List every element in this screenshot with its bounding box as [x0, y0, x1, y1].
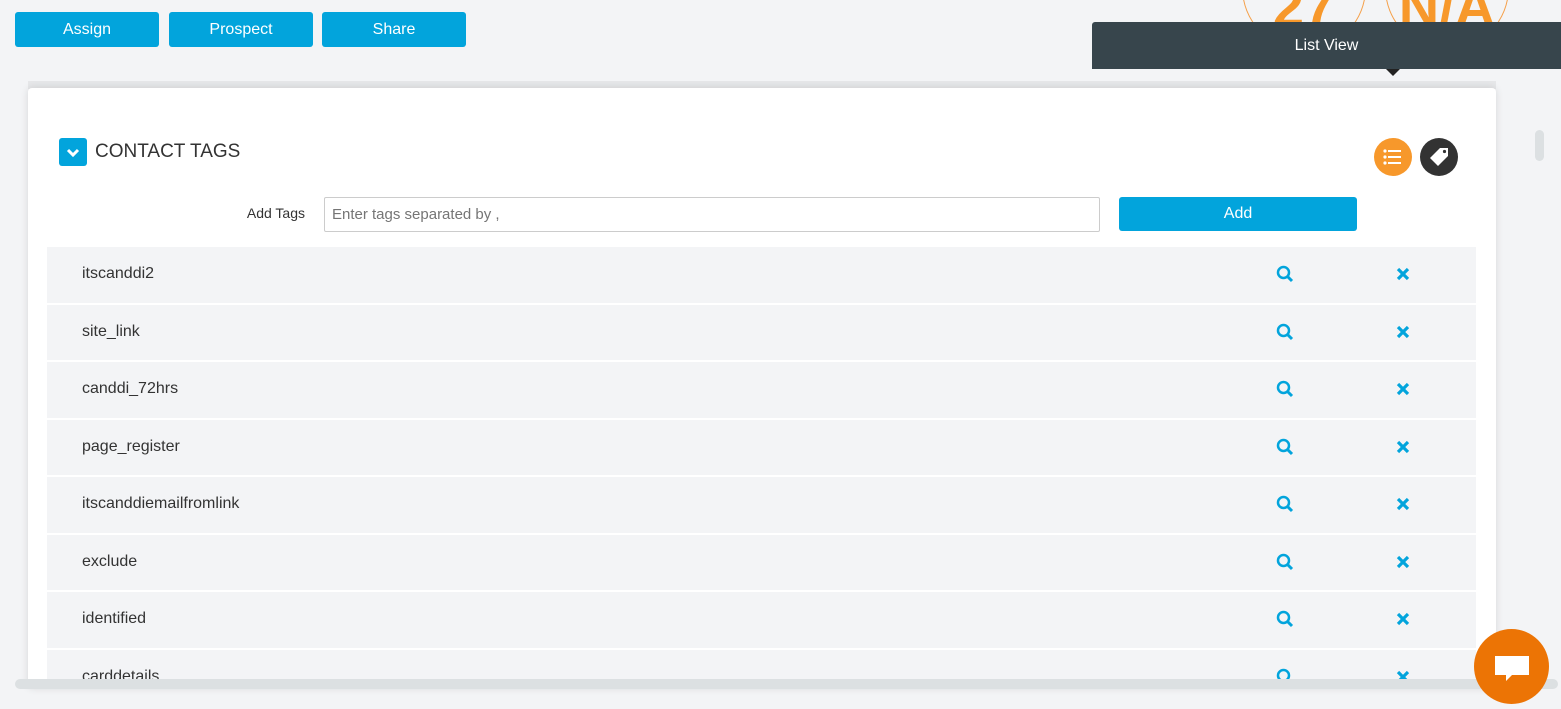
remove-icon[interactable]	[1395, 495, 1411, 513]
tag-row: identified	[47, 592, 1476, 648]
tag-name: itscanddi2	[82, 265, 155, 282]
tag-row: itscanddiemailfromlink	[47, 477, 1476, 533]
prospect-button[interactable]: Prospect	[169, 12, 313, 47]
chevron-down-icon	[66, 148, 80, 158]
list-icon	[1383, 149, 1401, 165]
section-title: CONTACT TAGS	[95, 141, 241, 162]
search-icon[interactable]	[1276, 438, 1294, 456]
add-button[interactable]: Add	[1119, 197, 1357, 231]
tag-list: itscanddi2 site_link canddi_72hrs page_r…	[47, 247, 1476, 688]
remove-icon[interactable]	[1395, 265, 1411, 283]
contact-tags-card: CONTACT TAGS Add Tags Add itscanddi2 sit…	[28, 88, 1496, 688]
chat-button[interactable]	[1474, 629, 1549, 704]
collapse-toggle[interactable]	[59, 138, 87, 166]
vertical-scrollbar[interactable]	[1535, 130, 1544, 161]
tag-name: canddi_72hrs	[82, 380, 179, 397]
tag-row: itscanddi2	[47, 247, 1476, 303]
tag-row: page_register	[47, 419, 1476, 475]
tag-name: exclude	[82, 552, 138, 570]
list-view-tooltip: List View	[1092, 22, 1561, 76]
tag-name: page_register	[82, 437, 180, 455]
search-icon[interactable]	[1276, 380, 1294, 398]
share-button[interactable]: Share	[322, 12, 466, 47]
search-icon[interactable]	[1276, 553, 1294, 571]
tag-name: itscanddiemailfromlink	[82, 495, 240, 512]
search-icon[interactable]	[1276, 265, 1294, 283]
search-icon[interactable]	[1276, 495, 1294, 513]
tag-icon	[1430, 148, 1448, 166]
tag-name: identified	[82, 610, 147, 627]
remove-icon[interactable]	[1395, 438, 1411, 456]
search-icon[interactable]	[1276, 610, 1294, 628]
chat-icon	[1495, 656, 1529, 681]
tag-name: site_link	[82, 322, 140, 340]
remove-icon[interactable]	[1395, 323, 1411, 341]
tags-input[interactable]	[324, 197, 1100, 232]
search-icon[interactable]	[1276, 323, 1294, 341]
tag-row: site_link	[47, 304, 1476, 360]
remove-icon[interactable]	[1395, 610, 1411, 628]
tag-view-button[interactable]	[1420, 138, 1458, 176]
remove-icon[interactable]	[1395, 553, 1411, 571]
remove-icon[interactable]	[1395, 380, 1411, 398]
add-tags-label: Add Tags	[246, 205, 305, 221]
assign-button[interactable]: Assign	[15, 12, 159, 47]
horizontal-scrollbar[interactable]	[15, 679, 1558, 689]
tag-row: exclude	[47, 534, 1476, 590]
tag-row: canddi_72hrs	[47, 362, 1476, 418]
list-view-button[interactable]	[1374, 138, 1412, 176]
